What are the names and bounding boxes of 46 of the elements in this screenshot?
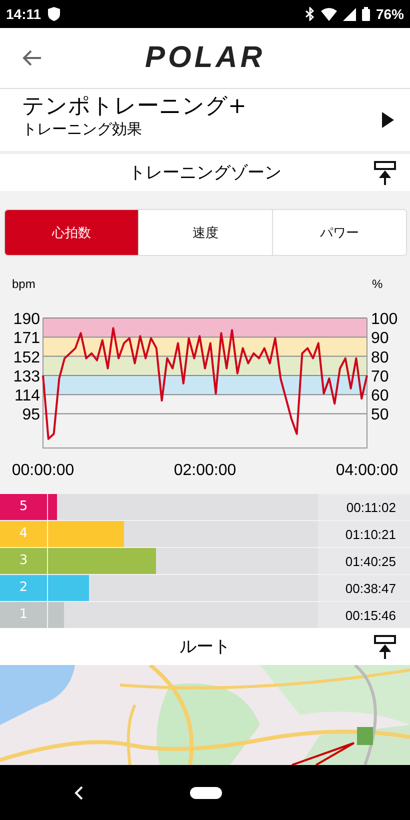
y-tick: 50 <box>371 406 389 424</box>
y-tick: 95 <box>22 406 40 424</box>
zone-time: 01:40:25 <box>318 548 410 574</box>
y-tick: 152 <box>13 349 40 366</box>
y-tick: 90 <box>371 330 389 348</box>
y-tick: 171 <box>13 330 40 348</box>
x-tick: 04:00:00 <box>336 462 398 479</box>
x-tick: 00:00:00 <box>12 462 74 479</box>
signal-icon <box>342 8 356 20</box>
shield-icon <box>47 6 62 22</box>
section-title: ルート <box>180 636 230 658</box>
y-tick: 70 <box>371 368 389 386</box>
zone-number: 4 <box>0 521 48 547</box>
clock: 14:11 <box>6 6 42 22</box>
axis-unit: bpm <box>12 277 36 291</box>
zone-number: 5 <box>0 494 48 520</box>
y-tick: 80 <box>371 349 389 366</box>
wifi-icon <box>320 8 337 20</box>
zone-time: 00:11:02 <box>318 494 410 520</box>
battery-icon <box>362 7 370 21</box>
y-tick: 100 <box>371 311 398 328</box>
tab[interactable]: パワー <box>272 210 406 255</box>
battery-level: 76% <box>376 6 404 22</box>
axis-unit: % <box>372 277 383 291</box>
play-arrow-icon[interactable] <box>382 112 394 128</box>
workout-title: テンポトレーニング+ <box>22 94 246 120</box>
zone-time: 00:15:46 <box>318 602 410 628</box>
zone-time: 01:10:21 <box>318 521 410 547</box>
back-arrow-icon[interactable] <box>22 49 42 67</box>
y-tick: 60 <box>371 388 389 405</box>
back-icon[interactable] <box>74 786 84 800</box>
zone-number: 3 <box>0 548 48 574</box>
zone-number: 2 <box>0 575 48 601</box>
tab[interactable]: 心拍数 <box>5 210 138 255</box>
y-tick: 114 <box>14 388 40 405</box>
workout-subtitle: トレーニング効果 <box>22 120 143 138</box>
section-title: トレーニングゾーン <box>128 162 282 184</box>
y-tick: 133 <box>13 368 40 386</box>
bluetooth-icon <box>304 7 315 21</box>
x-tick: 02:00:00 <box>174 462 236 479</box>
home-button[interactable] <box>190 786 222 798</box>
zone-time: 00:38:47 <box>318 575 410 601</box>
y-tick: 190 <box>13 311 40 328</box>
logo: POLAR <box>145 41 265 75</box>
pin-to-top-icon[interactable] <box>374 161 396 185</box>
pin-to-top-icon[interactable] <box>374 635 396 659</box>
